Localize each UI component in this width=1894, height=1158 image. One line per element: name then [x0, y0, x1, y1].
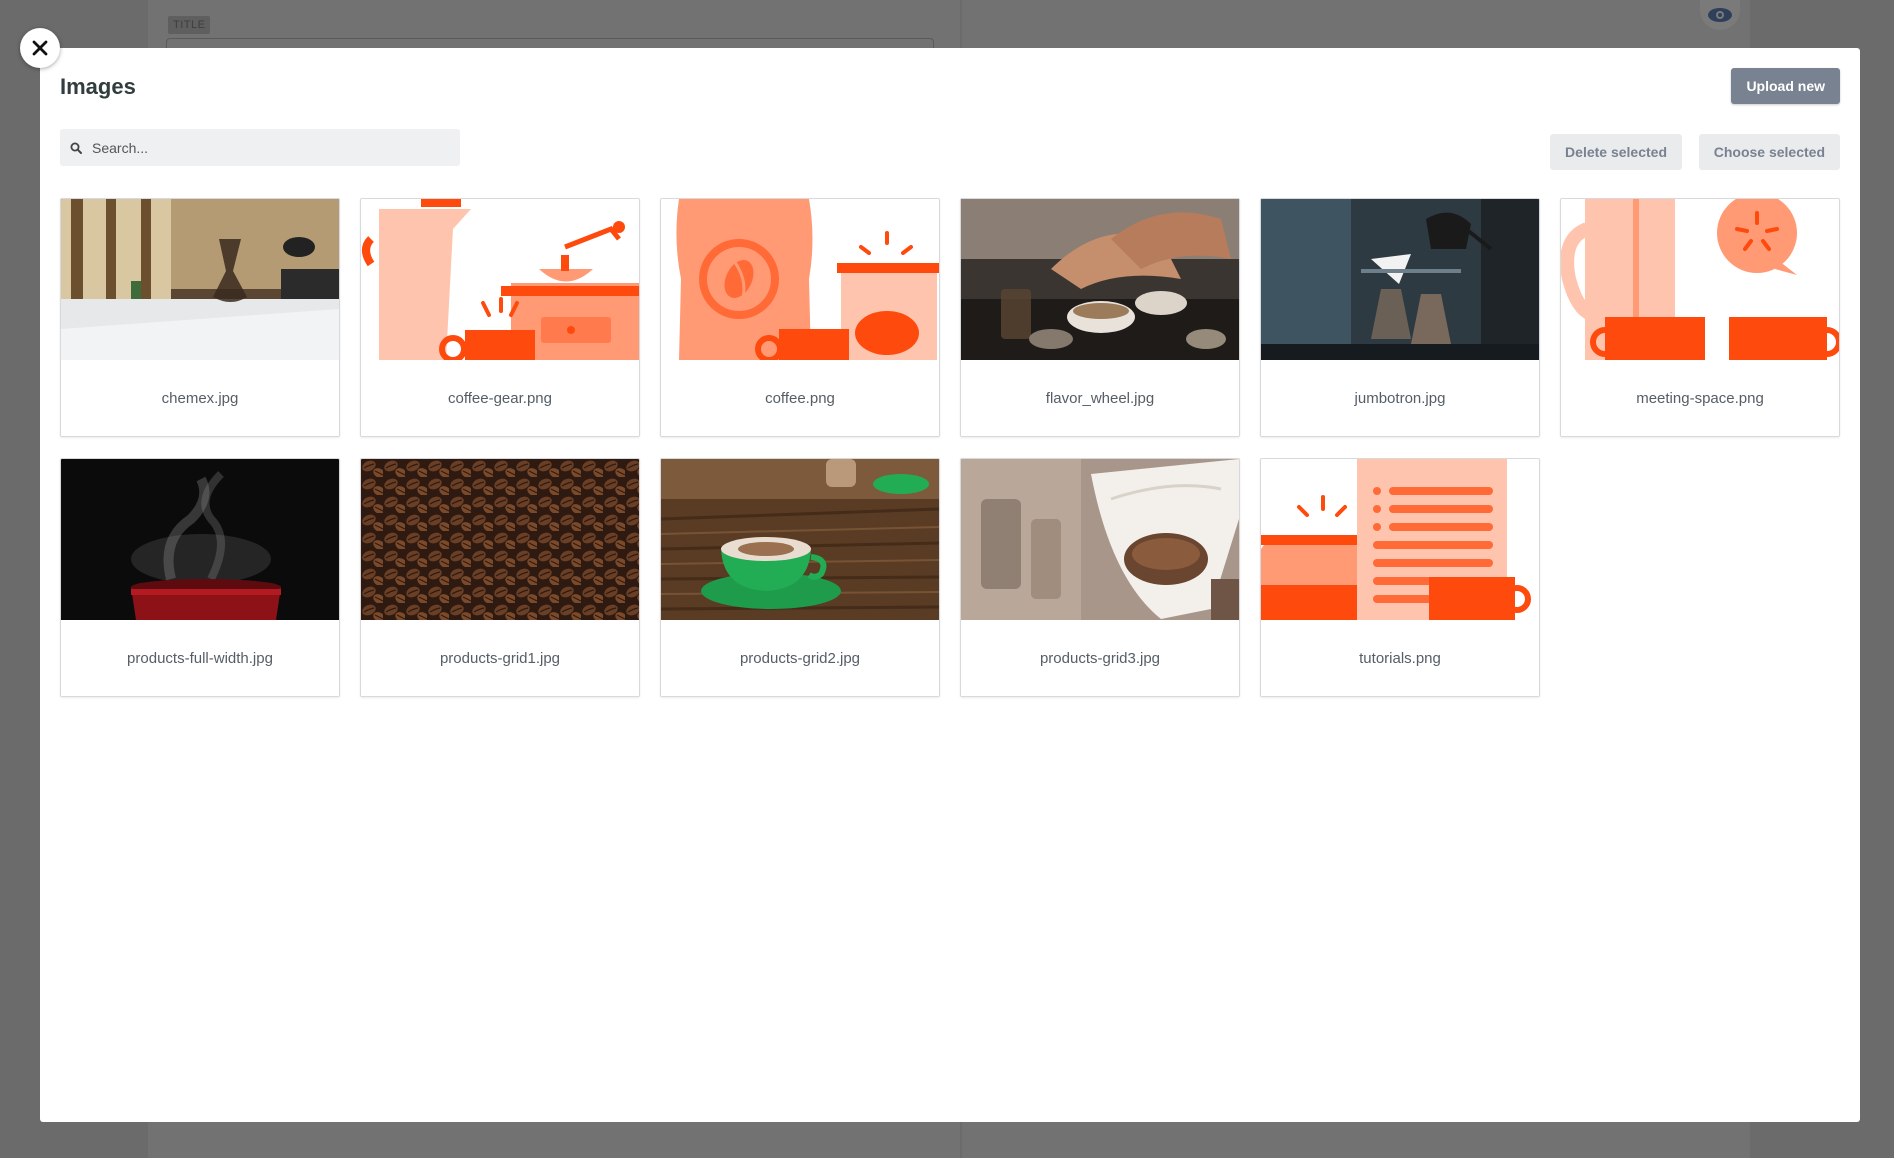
close-modal-button[interactable] [20, 28, 60, 68]
image-thumbnail [61, 199, 339, 360]
delete-selected-button[interactable]: Delete selected [1550, 134, 1682, 170]
image-card[interactable]: coffee.png [660, 198, 940, 437]
media-library-modal: Images Upload new Delete selected Choose… [40, 48, 1860, 1122]
search-icon [70, 142, 82, 154]
image-name: coffee.png [765, 389, 835, 407]
image-card[interactable]: products-grid2.jpg [660, 458, 940, 697]
image-thumbnail [1261, 459, 1539, 620]
image-card[interactable]: meeting-space.png [1560, 198, 1840, 437]
image-thumbnail [361, 199, 639, 360]
modal-title: Images [60, 74, 136, 99]
image-card[interactable]: products-grid1.jpg [360, 458, 640, 697]
search-input[interactable] [90, 138, 434, 157]
image-name: flavor_wheel.jpg [1045, 389, 1155, 407]
title-field-label: TITLE [168, 16, 211, 34]
image-name: coffee-gear.png [448, 389, 552, 407]
image-card[interactable]: jumbotron.jpg [1260, 198, 1540, 437]
image-name: meeting-space.png [1636, 389, 1764, 407]
image-name: jumbotron.jpg [1354, 389, 1446, 407]
image-thumbnail [661, 459, 939, 620]
image-thumbnail [961, 459, 1239, 620]
image-thumbnail [361, 459, 639, 620]
eye-icon [1708, 8, 1732, 22]
image-name: products-grid2.jpg [739, 649, 861, 667]
image-thumbnail [61, 459, 339, 620]
upload-new-button[interactable]: Upload new [1731, 68, 1840, 104]
image-card[interactable]: products-grid3.jpg [960, 458, 1240, 697]
image-card[interactable]: products-full-width.jpg [60, 458, 340, 697]
image-name: products-grid1.jpg [439, 649, 561, 667]
image-name: products-full-width.jpg [127, 649, 273, 667]
image-thumbnail [961, 199, 1239, 360]
image-card[interactable]: chemex.jpg [60, 198, 340, 437]
image-name: products-grid3.jpg [1039, 649, 1161, 667]
image-thumbnail [661, 199, 939, 360]
image-name: tutorials.png [1359, 649, 1441, 667]
choose-selected-button[interactable]: Choose selected [1698, 134, 1840, 170]
image-card[interactable]: tutorials.png [1260, 458, 1540, 697]
search-box[interactable] [60, 129, 460, 166]
image-name: chemex.jpg [161, 389, 239, 407]
image-thumbnail [1561, 199, 1839, 360]
image-thumbnail [1261, 199, 1539, 360]
image-card[interactable]: coffee-gear.png [360, 198, 640, 437]
close-icon [32, 40, 48, 56]
image-card[interactable]: flavor_wheel.jpg [960, 198, 1240, 437]
image-grid: chemex.jpg coffee-gear.png coffee.png fl… [60, 198, 1840, 697]
